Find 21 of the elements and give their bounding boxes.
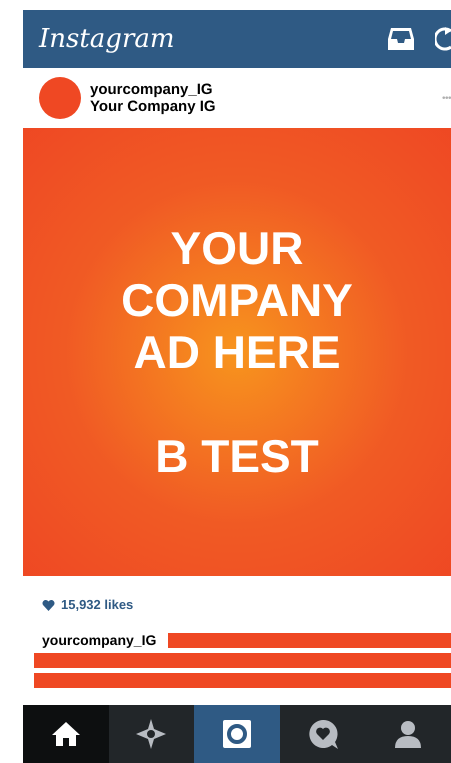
ad-subline: B TEST [155,430,319,482]
camera-icon [222,719,252,749]
caption-username[interactable]: yourcompany_IG [34,630,156,650]
heart-icon[interactable] [42,600,55,610]
app-logo: Instagram [39,26,175,52]
nav-tab[interactable] [280,705,366,763]
heart-bubble-icon [306,718,339,750]
nav-tab[interactable] [108,705,194,763]
username[interactable]: yourcompany_IG [90,81,216,98]
refresh-icon[interactable] [435,26,451,52]
nav-tab[interactable] [194,705,280,763]
inbox-icon[interactable] [387,27,415,51]
display-name: Your Company IG [90,98,216,115]
nav-tab[interactable] [23,705,109,763]
likes-count[interactable]: 15,932 likes [61,595,134,615]
avatar [39,77,81,119]
ad-headline: YOUR COMPANY AD HERE [121,222,353,378]
home-icon [50,721,81,747]
nav-tab[interactable] [365,705,451,763]
person-icon [393,719,424,749]
star-icon [135,718,168,750]
